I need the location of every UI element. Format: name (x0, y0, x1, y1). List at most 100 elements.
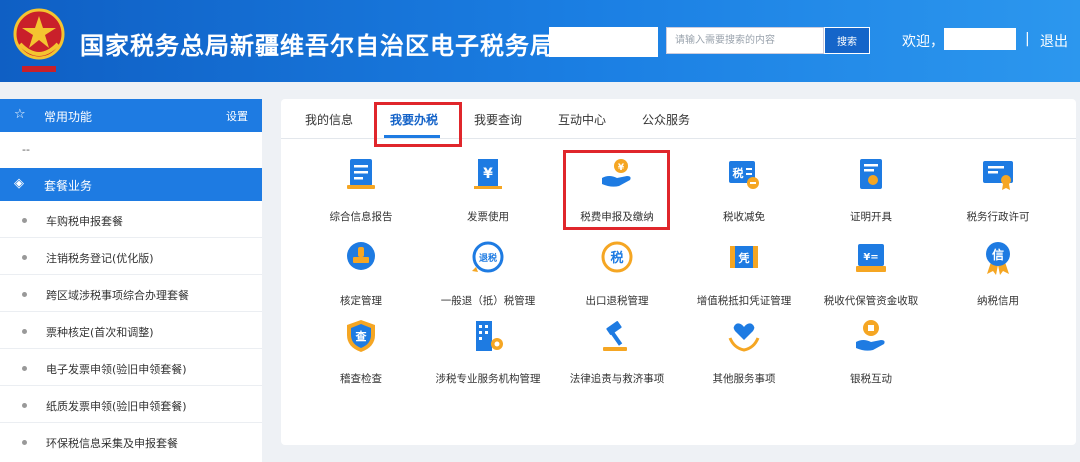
sidebar-item-paper-invoice[interactable]: 纸质发票申领(验旧申领套餐) (0, 386, 262, 423)
blank-region-box (549, 27, 658, 57)
main-panel: 我的信息 我要办税 我要查询 互动中心 公众服务 综合信息报告 ¥ 发票使用 ¥… (281, 99, 1076, 445)
bullet-icon (22, 403, 27, 408)
tab-my-info[interactable]: 我的信息 (305, 111, 353, 128)
bullet-icon (22, 440, 27, 445)
coin-hand-icon (856, 320, 885, 351)
voucher-icon: 凭 (730, 246, 758, 268)
package-business-label: 套餐业务 (44, 179, 93, 193)
service-admin-license[interactable]: 税务行政许可 (933, 156, 1063, 236)
svg-text:税: 税 (733, 166, 744, 180)
svg-text:信: 信 (992, 247, 1004, 262)
service-audit-inspection[interactable]: 查 稽查检查 (296, 318, 426, 398)
sidebar: ☆ 常用功能 设置 -- ◈ 套餐业务 车购税申报套餐 注销税务登记(优化版) … (0, 99, 262, 462)
header-bar: 国家税务总局新疆维吾尔自治区电子税务局 搜索 欢迎， | 退出 (0, 0, 1080, 82)
service-bank-tax[interactable]: 银税互动 (806, 318, 936, 398)
export-refund-icon: 税 (601, 241, 633, 273)
site-title: 国家税务总局新疆维吾尔自治区电子税务局 (80, 32, 555, 60)
tab-public-service[interactable]: 公众服务 (642, 111, 690, 128)
sidebar-item-cross-region[interactable]: 跨区域涉税事项综合办理套餐 (0, 275, 262, 312)
service-label: 其他服务事项 (712, 373, 776, 385)
settings-link[interactable]: 设置 (226, 108, 248, 124)
certificate-icon (860, 159, 882, 189)
bullet-icon (22, 329, 27, 334)
service-label: 涉税专业服务机构管理 (435, 373, 541, 385)
service-tax-reduction[interactable]: 税 税收减免 (679, 156, 809, 236)
heart-hands-icon (728, 323, 760, 352)
sidebar-item-label: 纸质发票申领(验旧申领套餐) (46, 400, 187, 413)
service-label: 税收代保管资金收取 (823, 295, 919, 307)
layers-icon: ◈ (14, 176, 24, 191)
service-custody-funds[interactable]: ¥= 税收代保管资金收取 (806, 240, 936, 320)
service-general-refund[interactable]: 退税 一般退（抵）税管理 (423, 240, 553, 320)
service-agency-management[interactable]: 涉税专业服务机构管理 (423, 318, 553, 398)
sidebar-item-vehicle-tax[interactable]: 车购税申报套餐 (0, 201, 262, 238)
svg-text:¥: ¥ (483, 166, 493, 182)
welcome-text: 欢迎， (902, 34, 944, 50)
sidebar-item-deregistration[interactable]: 注销税务登记(优化版) (0, 238, 262, 275)
service-label: 综合信息报告 (329, 211, 393, 223)
license-icon (983, 161, 1013, 190)
sidebar-item-e-invoice[interactable]: 电子发票申领(验旧申领套餐) (0, 349, 262, 386)
service-invoice-use[interactable]: ¥ 发票使用 (423, 156, 553, 236)
tax-reduce-icon: 税 (729, 161, 759, 189)
service-label: 增值税抵扣凭证管理 (696, 295, 792, 307)
bullet-icon (22, 366, 27, 371)
svg-text:退税: 退税 (479, 252, 497, 264)
service-highlight-box (563, 150, 670, 230)
service-legal-remedy[interactable]: 法律追责与救济事项 (552, 318, 682, 398)
service-label: 发票使用 (467, 211, 509, 223)
service-label: 一般退（抵）税管理 (440, 295, 536, 307)
inspect-shield-icon: 查 (347, 320, 375, 352)
bullet-icon (22, 292, 27, 297)
service-label: 核定管理 (340, 295, 382, 307)
bullet-icon (22, 255, 27, 260)
credit-medal-icon: 信 (986, 242, 1010, 275)
service-label: 纳税信用 (977, 295, 1019, 307)
sidebar-item-invoice-type[interactable]: 票种核定(首次和调整) (0, 312, 262, 349)
svg-text:税: 税 (610, 250, 623, 266)
service-vat-voucher[interactable]: 凭 增值税抵扣凭证管理 (679, 240, 809, 320)
service-label: 稽查检查 (340, 373, 382, 385)
service-assessment[interactable]: 核定管理 (296, 240, 426, 320)
bullet-icon (22, 218, 27, 223)
svg-text:查: 查 (356, 329, 367, 343)
package-business-header[interactable]: ◈ 套餐业务 (0, 168, 262, 201)
sidebar-item-label: 环保税信息采集及申报套餐 (46, 437, 178, 450)
refund-icon: 退税 (472, 241, 504, 273)
svg-text:¥=: ¥= (863, 252, 878, 263)
tab-highlight-box (374, 102, 462, 147)
sidebar-item-env-tax[interactable]: 环保税信息采集及申报套餐 (0, 423, 262, 460)
service-label: 出口退税管理 (585, 295, 649, 307)
common-functions-header[interactable]: ☆ 常用功能 设置 (0, 99, 262, 132)
search-input[interactable] (666, 27, 824, 54)
document-icon (347, 159, 375, 189)
stamp-icon (347, 242, 375, 270)
service-label: 银税互动 (850, 373, 892, 385)
service-tax-credit[interactable]: 信 纳税信用 (933, 240, 1063, 320)
sidebar-item-label: 跨区域涉税事项综合办理套餐 (46, 289, 189, 302)
invoice-yuan-icon: ¥ (474, 159, 502, 189)
gavel-icon (603, 321, 627, 351)
fund-icon: ¥= (856, 244, 886, 272)
service-other-services[interactable]: 其他服务事项 (679, 318, 809, 398)
service-comprehensive-report[interactable]: 综合信息报告 (296, 156, 426, 236)
search-button[interactable]: 搜索 (824, 27, 870, 54)
header-separator: | (1025, 31, 1030, 47)
service-label: 证明开具 (850, 211, 892, 223)
star-icon: ☆ (14, 107, 26, 122)
tab-query[interactable]: 我要查询 (474, 111, 522, 128)
logout-link[interactable]: 退出 (1040, 31, 1068, 51)
tab-interaction[interactable]: 互动中心 (558, 111, 606, 128)
service-label: 税收减免 (723, 211, 765, 223)
sidebar-item-label: 票种核定(首次和调整) (46, 326, 154, 339)
common-functions-label: 常用功能 (44, 110, 93, 124)
svg-text:凭: 凭 (738, 251, 750, 265)
sidebar-item-label: 电子发票申领(验旧申领套餐) (46, 363, 187, 376)
service-label: 法律追责与救济事项 (569, 373, 665, 385)
username-box (944, 28, 1016, 50)
sidebar-item-label: 注销税务登记(优化版) (46, 252, 154, 265)
service-certificate[interactable]: 证明开具 (806, 156, 936, 236)
service-export-refund[interactable]: 税 出口退税管理 (552, 240, 682, 320)
common-placeholder: -- (22, 143, 30, 156)
sidebar-item-label: 车购税申报套餐 (46, 215, 123, 228)
